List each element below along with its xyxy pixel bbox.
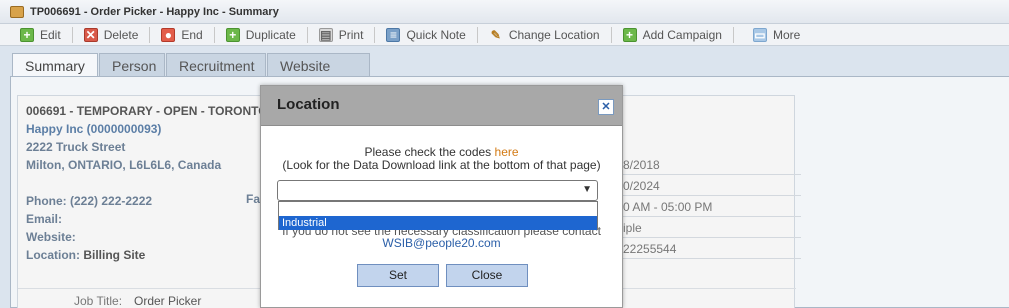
print-label: Print xyxy=(338,27,364,42)
add-campaign-button[interactable]: + Add Campaign xyxy=(622,25,722,45)
location-row: Location: Billing Site xyxy=(26,246,152,264)
edit-button[interactable]: + Edit xyxy=(20,25,61,45)
option-blank[interactable] xyxy=(279,202,597,216)
option-industrial[interactable]: Industrial xyxy=(279,216,597,230)
contact-info: Phone: (222) 222-2222 Email: Website: Lo… xyxy=(26,192,152,264)
end-label: End xyxy=(181,27,203,42)
more-button[interactable]: ▭ More xyxy=(752,25,801,45)
client-link[interactable]: Happy Inc (0000000093) xyxy=(26,120,268,138)
location-value: Billing Site xyxy=(83,248,146,262)
set-button[interactable]: Set xyxy=(357,264,439,287)
app-icon xyxy=(10,5,24,18)
dialog-title: Location xyxy=(277,96,340,113)
detail-row: 0 AM - 05:00 PM xyxy=(623,196,801,217)
end-icon: ● xyxy=(161,27,176,42)
close-icon[interactable]: ✕ xyxy=(598,99,614,115)
here-link[interactable]: here xyxy=(495,145,519,159)
check-codes-text: Please check the codes here xyxy=(261,145,622,159)
delete-x-icon: ✕ xyxy=(83,27,98,42)
detail-row: 8/2018 xyxy=(623,154,801,175)
detail-row: 22255544 xyxy=(623,238,801,259)
website-label: Website: xyxy=(26,230,76,244)
email-label: Email: xyxy=(26,212,63,226)
toolbar-separator xyxy=(213,26,215,43)
location-dialog: Location ✕ Please check the codes here (… xyxy=(260,85,623,308)
edit-label: Edit xyxy=(40,27,61,42)
quick-note-button[interactable]: ≡ Quick Note xyxy=(386,25,466,45)
website-row: Website: xyxy=(26,228,152,246)
quick-note-label: Quick Note xyxy=(406,27,466,42)
phone-label: Phone: xyxy=(26,194,67,208)
window-title: TP006691 - Order Picker - Happy Inc - Su… xyxy=(30,5,279,18)
plus-icon: + xyxy=(622,27,637,42)
delete-button[interactable]: ✕ Delete xyxy=(83,25,139,45)
toolbar-separator xyxy=(149,26,151,43)
toolbar-separator xyxy=(476,26,478,43)
tab-bar: Summary Person Recruitment Website Info xyxy=(0,46,1009,90)
toolbar-separator xyxy=(374,26,376,43)
toolbar-separator xyxy=(732,26,734,43)
printer-icon: ▤ xyxy=(318,27,333,42)
email-row: Email: xyxy=(26,210,152,228)
change-location-button[interactable]: ✎ Change Location xyxy=(489,25,600,45)
street-address: 2222 Truck Street xyxy=(26,140,126,154)
classification-dropdown-list[interactable]: Industrial xyxy=(278,201,598,230)
contact-email-link[interactable]: WSIB@people20.com xyxy=(261,236,622,250)
plus-icon: + xyxy=(20,27,34,42)
window-titlebar: TP006691 - Order Picker - Happy Inc - Su… xyxy=(0,0,1009,24)
tab-summary[interactable]: Summary xyxy=(12,53,98,77)
job-title-value: Order Picker xyxy=(134,294,202,308)
phone-row: Phone: (222) 222-2222 xyxy=(26,192,152,210)
tab-website-info[interactable]: Website Info xyxy=(267,53,370,90)
tab-recruitment[interactable]: Recruitment xyxy=(166,53,266,76)
toolbar-separator xyxy=(610,26,612,43)
change-location-label: Change Location xyxy=(508,27,600,42)
toolbar-separator xyxy=(306,26,308,43)
job-line: 006691 - TEMPORARY - OPEN - TORONTO xyxy=(26,104,268,118)
delete-label: Delete xyxy=(103,27,139,42)
check-codes-label: Please check the codes xyxy=(364,145,495,159)
duplicate-label: Duplicate xyxy=(245,27,296,42)
download-note: (Look for the Data Download link at the … xyxy=(282,158,601,172)
location-label: Location: xyxy=(26,248,80,262)
tab-person[interactable]: Person xyxy=(99,53,165,76)
toolbar: + Edit ✕ Delete ● End + Duplicate ▤ Prin… xyxy=(0,24,1009,46)
duplicate-button[interactable]: + Duplicate xyxy=(225,25,296,45)
chevron-down-icon: ▼ xyxy=(582,184,592,195)
note-icon: ≡ xyxy=(386,27,401,42)
plus-icon: + xyxy=(225,27,240,42)
dialog-header: Location ✕ xyxy=(261,86,622,126)
city-address: Milton, ONTARIO, L6L6L6, Canada xyxy=(26,158,222,172)
job-info: 006691 - TEMPORARY - OPEN - TORONTO Happ… xyxy=(26,102,268,174)
close-button[interactable]: Close xyxy=(446,264,528,287)
add-campaign-label: Add Campaign xyxy=(642,27,722,42)
toolbar-separator xyxy=(71,26,73,43)
fax-label: Fa xyxy=(246,192,261,206)
job-title-label: Job Title: xyxy=(74,294,123,308)
detail-row: 0/2024 xyxy=(623,175,801,196)
details-list: 8/2018 0/2024 0 AM - 05:00 PM iple 22255… xyxy=(623,154,801,259)
more-icon: ▭ xyxy=(752,27,767,42)
print-button[interactable]: ▤ Print xyxy=(318,25,364,45)
end-button[interactable]: ● End xyxy=(161,25,203,45)
detail-row: iple xyxy=(623,217,801,238)
phone-value: (222) 222-2222 xyxy=(70,194,153,208)
classification-select[interactable]: ▼ xyxy=(277,180,598,201)
more-label: More xyxy=(772,27,801,42)
pencil-icon: ✎ xyxy=(490,27,501,42)
